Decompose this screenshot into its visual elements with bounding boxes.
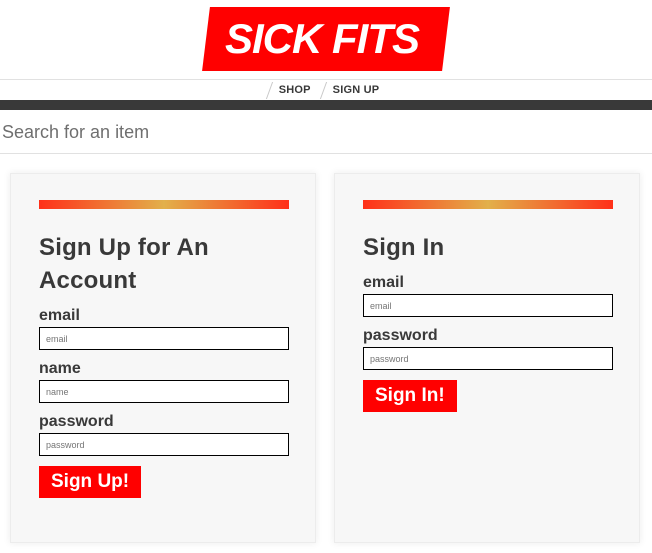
sign-up-button[interactable]: Sign Up!	[39, 466, 142, 498]
email-label: email	[363, 274, 404, 291]
signup-title: Sign Up for An Account	[39, 234, 209, 294]
signup-name-field[interactable]	[39, 380, 289, 403]
form-accent-bar	[39, 200, 289, 209]
search-bar	[0, 112, 652, 154]
sign-in-button[interactable]: Sign In!	[363, 380, 457, 412]
signin-password-field[interactable]	[363, 347, 613, 370]
signup-form: Sign Up for An Account email name passwo…	[10, 173, 316, 543]
header-bar	[0, 100, 652, 110]
signin-form: Sign In email password Sign In!	[334, 173, 640, 543]
nav-item-label: SIGN UP	[332, 84, 380, 96]
nav-item-shop[interactable]: SHOP	[265, 80, 319, 100]
search-input[interactable]	[0, 112, 652, 153]
email-label: email	[39, 307, 80, 324]
form-accent-bar	[363, 200, 613, 209]
password-label: password	[363, 327, 438, 344]
nav-item-sign-up[interactable]: SIGN UP	[319, 80, 388, 100]
logo: SICK FITS	[202, 7, 450, 71]
signin-title: Sign In	[363, 234, 445, 261]
nav-separator	[319, 82, 327, 99]
signin-email-field[interactable]	[363, 294, 613, 317]
signup-password-field[interactable]	[39, 433, 289, 456]
logo-link[interactable]: SICK FITS	[202, 7, 450, 71]
password-label: password	[39, 413, 114, 430]
nav-separator	[265, 82, 273, 99]
name-label: name	[39, 360, 81, 377]
main-nav: SHOP SIGN UP	[0, 80, 652, 100]
nav-item-label: SHOP	[278, 84, 311, 96]
logo-text: SICK FITS	[224, 15, 419, 62]
signup-email-field[interactable]	[39, 327, 289, 350]
